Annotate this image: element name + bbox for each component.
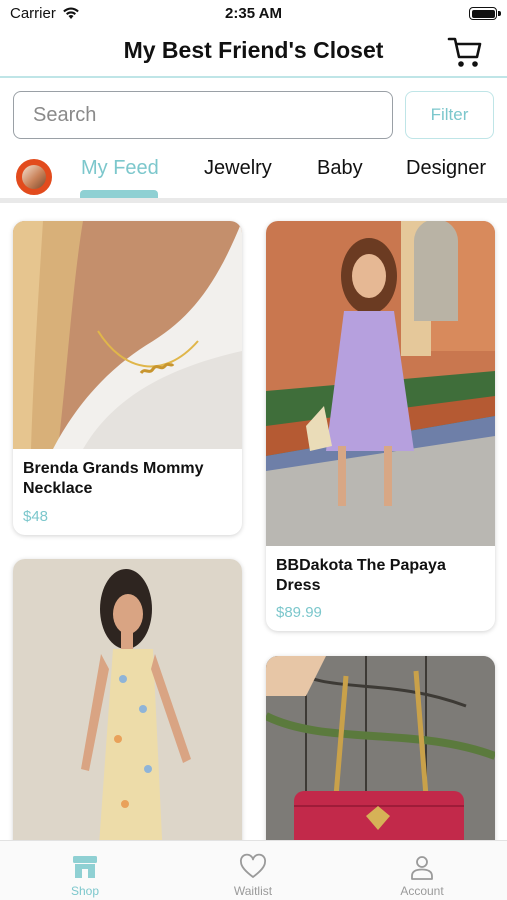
shop-icon <box>73 856 97 878</box>
bottom-tab-bar: Shop Waitlist Account <box>0 840 507 900</box>
tabbar-shop-label: Shop <box>70 884 100 898</box>
product-title: Brenda Grands Mommy Necklace <box>23 460 204 497</box>
category-tabs: My Feed Jewelry Baby Designer <box>0 150 507 200</box>
tab-jewelry[interactable]: Jewelry <box>204 157 272 180</box>
battery-nub <box>498 11 501 16</box>
status-time: 2:35 AM <box>225 5 282 22</box>
product-price: $89.99 <box>276 604 322 621</box>
avatar[interactable] <box>16 159 52 195</box>
person-icon <box>411 856 433 880</box>
tab-baby[interactable]: Baby <box>317 157 363 180</box>
product-title: BBDakota The Papaya Dress <box>276 557 446 594</box>
tab-designer[interactable]: Designer <box>406 157 486 180</box>
tab-my-feed[interactable]: My Feed <box>81 157 159 180</box>
product-image <box>13 221 242 449</box>
heart-icon <box>240 853 266 878</box>
status-bar: Carrier 2:35 AM <box>0 0 507 28</box>
tabbar-shop[interactable]: Shop <box>25 841 145 900</box>
tabbar-account[interactable]: Account <box>362 841 482 900</box>
tabbar-waitlist-label: Waitlist <box>233 884 273 898</box>
divider <box>0 198 507 203</box>
product-price: $48 <box>23 508 49 525</box>
header: My Best Friend's Closet <box>0 28 507 78</box>
product-card[interactable]: BBDakota The Papaya Dress $89.99 <box>266 221 495 631</box>
tabbar-account-label: Account <box>400 884 444 898</box>
product-card[interactable] <box>13 559 242 859</box>
product-card[interactable] <box>266 656 495 859</box>
product-card[interactable]: Brenda Grands Mommy Necklace $48 <box>13 221 242 535</box>
battery-icon <box>469 7 497 20</box>
product-image <box>266 221 495 546</box>
product-image <box>266 656 495 859</box>
search-input[interactable] <box>13 91 393 139</box>
tabbar-waitlist[interactable]: Waitlist <box>193 841 313 900</box>
cart-icon[interactable] <box>447 35 483 69</box>
filter-button[interactable]: Filter <box>405 91 494 139</box>
page-title: My Best Friend's Closet <box>123 37 384 63</box>
product-image <box>13 559 242 859</box>
